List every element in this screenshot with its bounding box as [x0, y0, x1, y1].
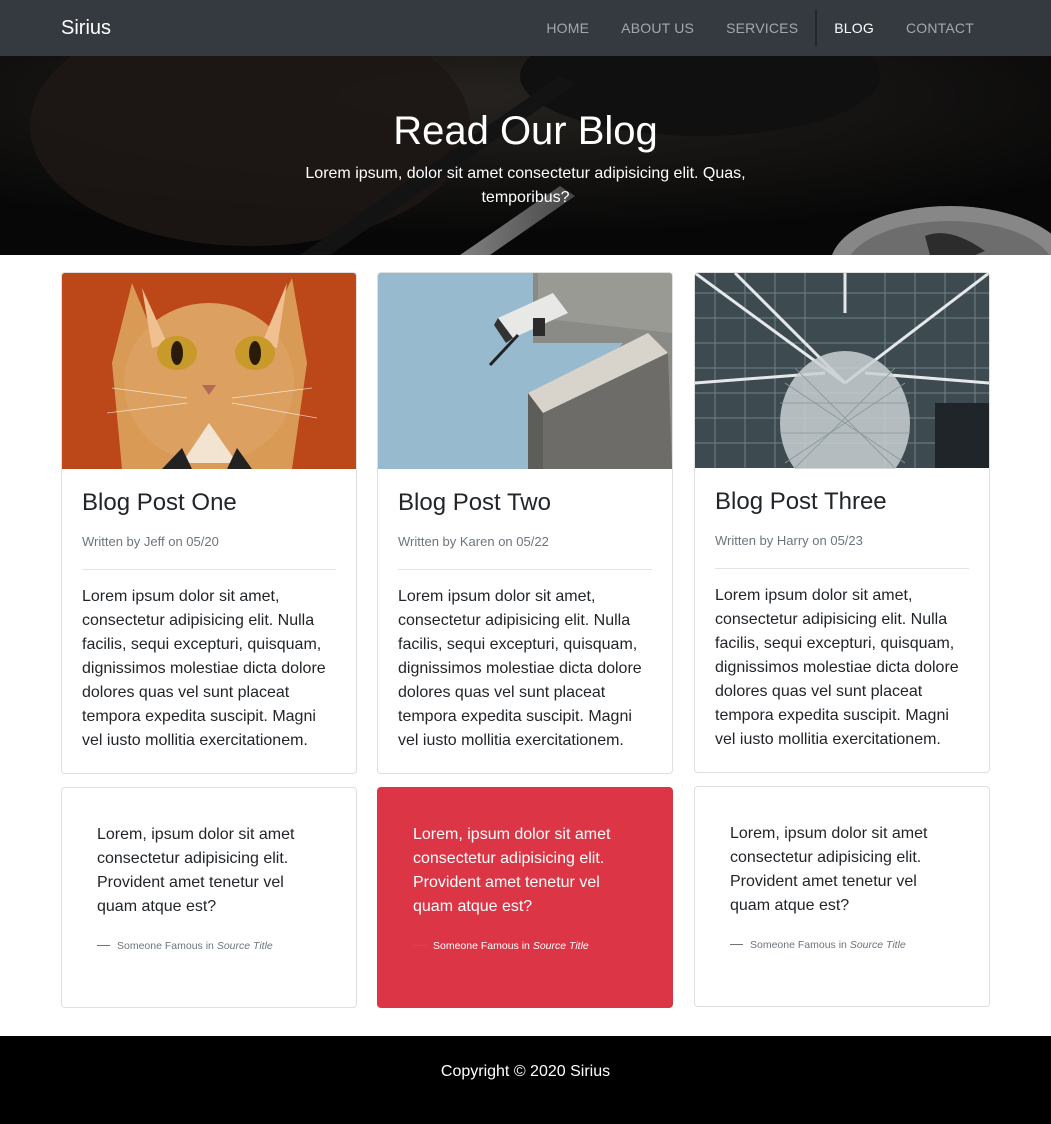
post-meta: Written by Jeff on 05/20	[82, 534, 219, 549]
post-body: Lorem ipsum dolor sit amet, consectetur …	[715, 587, 959, 748]
hero-background-image	[0, 56, 1051, 255]
quote-footer: Someone Famous in Source Title	[413, 939, 589, 953]
quote-author: Someone Famous in	[433, 940, 530, 952]
quote-text: Lorem, ipsum dolor sit amet consectetur …	[730, 825, 928, 914]
nav-link-contact[interactable]: CONTACT	[890, 0, 990, 56]
nav-link-about-us[interactable]: ABOUT US	[605, 0, 710, 56]
post-meta: Written by Harry on 05/23	[715, 533, 863, 548]
navbar: Sirius HOME ABOUT US SERVICES BLOG CONTA…	[0, 0, 1051, 56]
nav-divider	[815, 10, 818, 46]
dash-icon	[97, 944, 110, 946]
post-body: Lorem ipsum dolor sit amet, consectetur …	[82, 588, 326, 749]
quote-card: Lorem, ipsum dolor sit amet consectetur …	[61, 787, 357, 1008]
divider	[82, 569, 336, 570]
post-title[interactable]: Blog Post Two	[398, 488, 551, 517]
nav-link-home[interactable]: HOME	[530, 0, 605, 56]
quote-source: Source Title	[849, 939, 906, 951]
nav-link-services[interactable]: SERVICES	[710, 0, 814, 56]
post-title[interactable]: Blog Post Three	[715, 487, 887, 516]
quote-author: Someone Famous in	[117, 940, 214, 952]
hero-subtitle: Lorem ipsum, dolor sit amet consectetur …	[305, 165, 746, 206]
cat-image[interactable]	[62, 273, 356, 469]
quote-text: Lorem, ipsum dolor sit amet consectetur …	[413, 826, 611, 915]
dash-icon	[730, 943, 743, 945]
hero-title: Read Our Blog	[393, 109, 658, 153]
quote-card-highlighted: Lorem, ipsum dolor sit amet consectetur …	[377, 787, 673, 1008]
post-title[interactable]: Blog Post One	[82, 488, 237, 517]
divider	[398, 569, 652, 570]
post-meta: Written by Karen on 05/22	[398, 534, 549, 549]
blog-card: Blog Post One Written by Jeff on 05/20 L…	[61, 272, 357, 774]
nav-link-blog[interactable]: BLOG	[818, 0, 890, 56]
security-camera-image[interactable]	[378, 273, 672, 469]
quote-source: Source Title	[532, 940, 589, 952]
quote-footer: Someone Famous in Source Title	[97, 939, 273, 953]
copyright-text: Copyright © 2020 Sirius	[440, 1063, 611, 1080]
post-body: Lorem ipsum dolor sit amet, consectetur …	[398, 588, 642, 749]
quote-author: Someone Famous in	[750, 939, 847, 951]
dash-icon	[413, 944, 426, 946]
blog-card: Blog Post Two Written by Karen on 05/22 …	[377, 272, 673, 774]
quote-text: Lorem, ipsum dolor sit amet consectetur …	[97, 826, 295, 915]
quote-card: Lorem, ipsum dolor sit amet consectetur …	[694, 786, 990, 1007]
nav-menu: HOME ABOUT US SERVICES BLOG CONTACT	[530, 0, 990, 56]
quote-source: Source Title	[216, 940, 273, 952]
hero-banner: Read Our Blog Lorem ipsum, dolor sit ame…	[0, 56, 1051, 255]
footer: Copyright © 2020 Sirius	[0, 1036, 1051, 1124]
blog-card: Blog Post Three Written by Harry on 05/2…	[694, 272, 990, 773]
brand-logo[interactable]: Sirius	[61, 16, 111, 40]
divider	[715, 568, 969, 569]
quote-footer: Someone Famous in Source Title	[730, 938, 906, 952]
building-sculpture-image[interactable]	[695, 273, 989, 469]
